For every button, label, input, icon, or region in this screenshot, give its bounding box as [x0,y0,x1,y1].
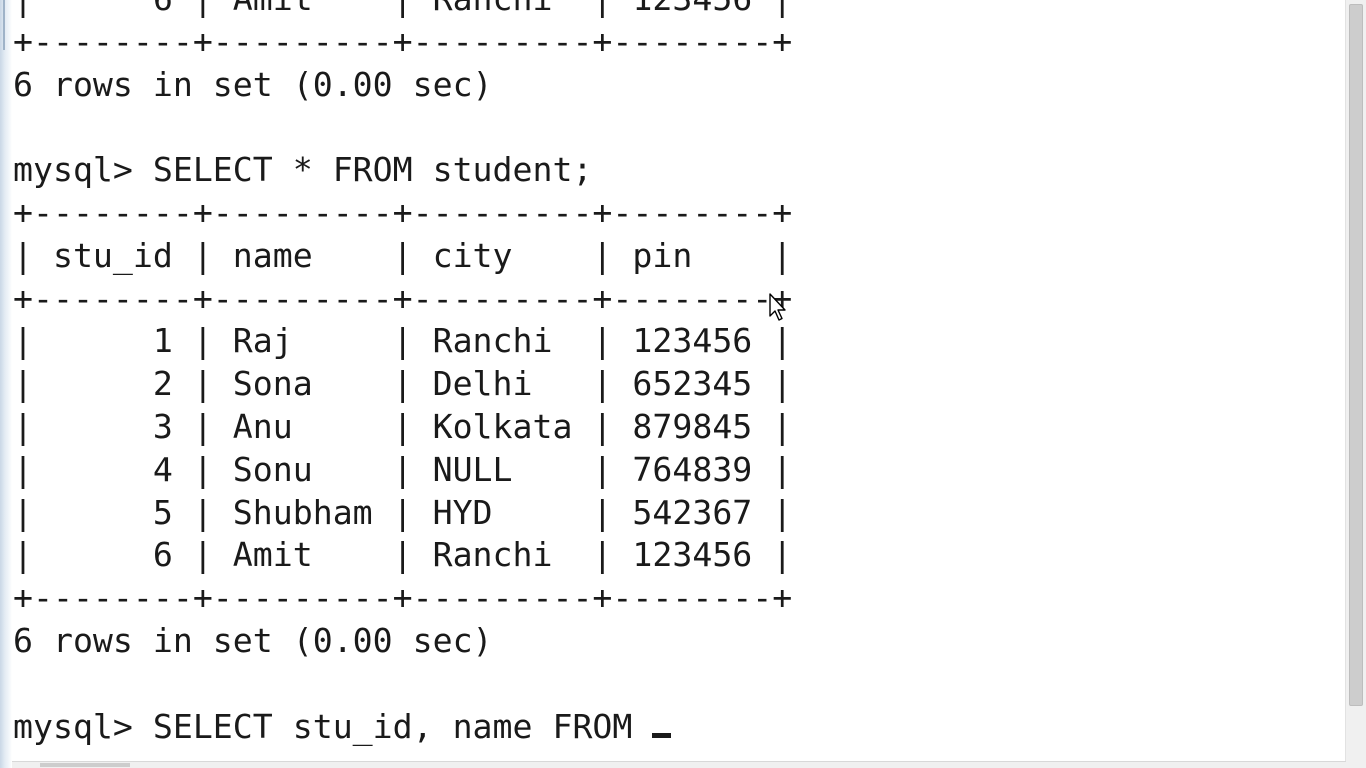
table-row: | 3 | Anu | Kolkata | 879845 | [13,406,793,446]
window-left-border [0,0,12,768]
vertical-scrollbar[interactable] [1345,0,1366,768]
scrollbar-thumb[interactable] [1349,4,1363,706]
table-header-separator: +--------+---------+---------+--------+ [13,278,793,318]
table-row: | 6 | Amit | Ranchi | 123456 | [13,535,793,575]
table-row: | 2 | Sona | Delhi | 652345 | [13,364,793,404]
rows-in-set-summary-prev: 6 rows in set (0.00 sec) [13,64,493,104]
table-border-bottom-prev: +--------+---------+---------+--------+ [13,21,793,61]
table-header-row: | stu_id | name | city | pin | [13,235,793,275]
horizontal-scrollbar[interactable] [12,761,1346,768]
rows-in-set-summary: 6 rows in set (0.00 sec) [13,620,493,660]
table-row: | 4 | Sonu | NULL | 764839 | [13,449,793,489]
table-row: | 5 | Shubham | HYD | 542367 | [13,492,793,532]
horizontal-scrollbar-thumb[interactable] [40,763,130,767]
result-row-6-prev: | 6 | Amit | Ranchi | 123456 | [13,0,792,21]
sql-command-select-all: mysql> SELECT * FROM student; [13,150,593,190]
command-input-line[interactable]: mysql> SELECT stu_id, name FROM [13,706,792,749]
console-output[interactable]: | 6 | Amit | Ranchi | 123456 |+--------+… [13,0,792,748]
table-border-top: +--------+---------+---------+--------+ [13,192,793,232]
mouse-pointer-icon [769,293,786,321]
table-row: | 1 | Raj | Ranchi | 123456 | [13,321,793,361]
terminal-window[interactable]: | 6 | Amit | Ranchi | 123456 |+--------+… [0,0,1366,768]
sql-command-input[interactable]: mysql> SELECT stu_id, name FROM [13,707,652,746]
window-border-bevel [3,0,5,50]
table-border-bottom: +--------+---------+---------+--------+ [13,578,793,618]
text-cursor-icon [652,732,672,738]
